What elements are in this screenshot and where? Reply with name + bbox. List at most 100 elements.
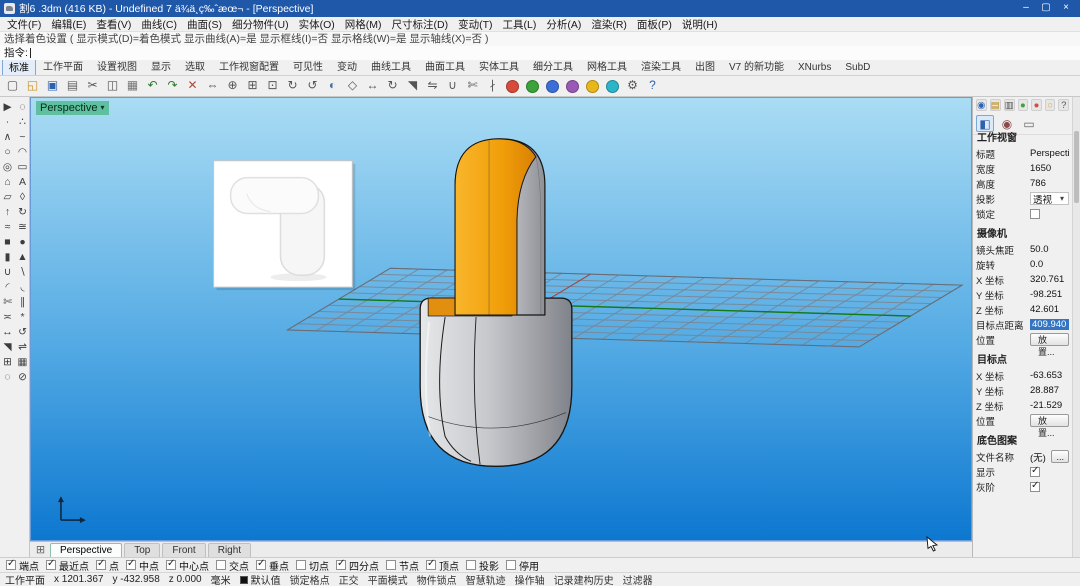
wallpaper-gray-checkb ox[interactable] (1030, 482, 1040, 492)
new-file-icon[interactable]: ▢ (3, 77, 22, 95)
target-z-field[interactable]: -21.529 (1030, 400, 1069, 411)
tab-viewport-top[interactable]: Top (124, 543, 160, 557)
trim-curve-icon[interactable]: ✄ (1, 295, 15, 309)
menu-help[interactable]: 说明(H) (677, 17, 723, 32)
toggle-ortho[interactable]: 正交 (339, 572, 359, 586)
mirror-object-icon[interactable]: ⇌ (16, 340, 30, 354)
join-icon[interactable]: ∪ (443, 77, 462, 95)
maximize-icon[interactable]: ▢ (1036, 1, 1056, 16)
tab-drafting[interactable]: 出图 (688, 60, 722, 75)
options-icon[interactable]: ⚙ (623, 77, 642, 95)
ellipse-icon[interactable]: ◎ (1, 160, 15, 174)
sun-panel-tab-icon[interactable]: ○ (1045, 99, 1056, 111)
box-icon[interactable]: ■ (1, 235, 15, 249)
copy-icon[interactable]: ◫ (103, 77, 122, 95)
rotate-view-icon[interactable]: ↻ (283, 77, 302, 95)
zoom-extents-icon[interactable]: ⊡ (263, 77, 282, 95)
join-curve-icon[interactable]: ≍ (1, 310, 15, 324)
osnap-tangent[interactable]: 切点 (296, 558, 329, 573)
zoom-window-icon[interactable]: ⊞ (243, 77, 262, 95)
osnap-point[interactable]: 点 (96, 558, 119, 573)
menu-analyze[interactable]: 分析(A) (541, 17, 586, 32)
osnap-checkbox[interactable] (386, 560, 396, 570)
circle-icon[interactable]: ○ (1, 145, 15, 159)
menu-surface[interactable]: 曲面(S) (182, 17, 227, 32)
scale-object-icon[interactable]: ◥ (1, 340, 15, 354)
zoom-dynamic-icon[interactable]: ⊕ (223, 77, 242, 95)
group-icon[interactable]: ▦ (16, 355, 30, 369)
osnap-checkbox[interactable] (426, 560, 436, 570)
osnap-perpendicular[interactable]: 垂点 (256, 558, 289, 573)
osnap-checkbox[interactable] (466, 560, 476, 570)
osnap-center[interactable]: 中心点 (166, 558, 209, 573)
target-y-field[interactable]: 28.887 (1030, 385, 1069, 396)
osnap-checkbox[interactable] (126, 560, 136, 570)
help-icon[interactable]: ? (643, 77, 662, 95)
osnap-quadrant[interactable]: 四分点 (336, 558, 379, 573)
select-arrow-icon[interactable]: ▶ (1, 100, 15, 114)
panel-scrollbar[interactable] (1072, 97, 1080, 557)
browse-button[interactable]: ... (1051, 450, 1069, 463)
explode-icon[interactable]: * (16, 310, 30, 324)
extrude-icon[interactable]: ↑ (1, 205, 15, 219)
menu-view[interactable]: 查看(V) (91, 17, 136, 32)
tab-select[interactable]: 选取 (178, 60, 212, 75)
undo-icon[interactable]: ↶ (143, 77, 162, 95)
properties-panel-tab-icon[interactable]: ◉ (976, 99, 987, 111)
surface-icon[interactable]: ▱ (1, 190, 15, 204)
focal-length-field[interactable]: 50.0 (1030, 244, 1069, 255)
tab-solid-tools[interactable]: 实体工具 (472, 60, 526, 75)
point-icon[interactable]: ∙ (1, 115, 15, 129)
tab-viewport-layout[interactable]: 工作视窗配置 (212, 60, 286, 75)
camera-y-field[interactable]: -98.251 (1030, 289, 1069, 300)
viewport-canvas[interactable] (31, 98, 971, 540)
close-icon[interactable]: × (1056, 1, 1076, 16)
osnap-disable[interactable]: 停用 (506, 558, 539, 573)
toggle-osnap[interactable]: 物件锁点 (417, 572, 457, 586)
target-place-button[interactable]: 放置... (1030, 414, 1069, 427)
menu-transform[interactable]: 变动(T) (453, 17, 497, 32)
tab-curve-tools[interactable]: 曲线工具 (364, 60, 418, 75)
wallpaper-subtab[interactable]: ▭ (1020, 115, 1038, 132)
osnap-checkbox[interactable] (6, 560, 16, 570)
osnap-checkbox[interactable] (96, 560, 106, 570)
reference-image-panel[interactable] (214, 161, 356, 290)
wallpaper-filename-value[interactable]: (无) (1030, 450, 1049, 464)
camera-place-button[interactable]: 放置... (1030, 333, 1069, 346)
tab-display[interactable]: 显示 (144, 60, 178, 75)
osnap-checkbox[interactable] (506, 560, 516, 570)
environment-editor-icon[interactable] (566, 80, 579, 93)
sweep-icon[interactable]: ≈ (1, 220, 15, 234)
freeform-curve-icon[interactable]: ~ (16, 130, 30, 144)
camera-z-field[interactable]: 42.601 (1030, 304, 1069, 315)
tab-surface-tools[interactable]: 曲面工具 (418, 60, 472, 75)
materials-panel-tab-icon[interactable]: ● (1018, 99, 1029, 111)
tab-subd-tools[interactable]: 细分工具 (526, 60, 580, 75)
cplane-button[interactable]: 工作平面 (5, 572, 45, 586)
tab-standard[interactable]: 标准 (2, 60, 36, 75)
shaded-viewport-icon[interactable]: ◐ (323, 77, 342, 95)
rotate-object-icon[interactable]: ↺ (16, 325, 30, 339)
render-preview-icon[interactable] (526, 80, 539, 93)
osnap-mid[interactable]: 中点 (126, 558, 159, 573)
locked-checkbox[interactable] (1030, 209, 1040, 219)
toggle-filter[interactable]: 过滤器 (623, 572, 653, 586)
menu-mesh[interactable]: 网格(M) (340, 17, 387, 32)
menu-edit[interactable]: 编辑(E) (46, 17, 91, 32)
viewport-title[interactable]: Perspective ▾ (36, 101, 109, 115)
osnap-vertex[interactable]: 顶点 (426, 558, 459, 573)
text-icon[interactable]: A (16, 175, 30, 189)
paste-icon[interactable]: ▦ (123, 77, 142, 95)
loft-icon[interactable]: ≅ (16, 220, 30, 234)
minimize-icon[interactable]: – (1016, 1, 1036, 16)
tab-viewport-right[interactable]: Right (208, 543, 251, 557)
layers-panel-tab-icon[interactable]: ▤ (990, 99, 1001, 111)
mirror-icon[interactable]: ⇋ (423, 77, 442, 95)
viewport-title-value[interactable]: Perspective (1030, 148, 1069, 159)
sphere-icon[interactable]: ● (16, 235, 30, 249)
tab-transform[interactable]: 变动 (330, 60, 364, 75)
osnap-checkbox[interactable] (166, 560, 176, 570)
target-x-field[interactable]: -63.653 (1030, 370, 1069, 381)
tab-cplane[interactable]: 工作平面 (36, 60, 90, 75)
osnap-checkbox[interactable] (296, 560, 306, 570)
